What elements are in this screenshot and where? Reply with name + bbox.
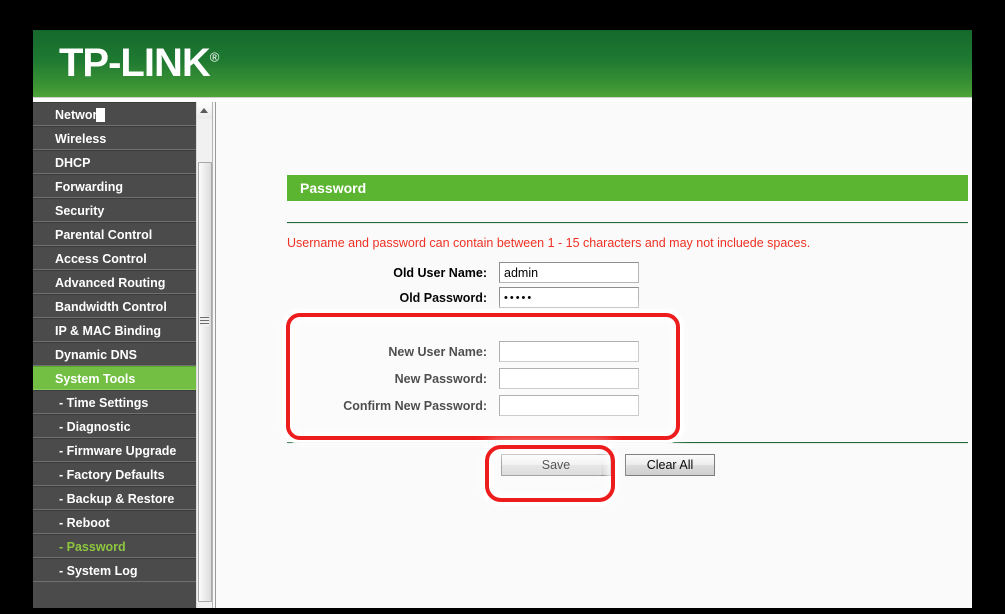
scroll-up-button[interactable] <box>197 102 212 119</box>
logo-text: TP-LINK <box>59 41 211 85</box>
scrollbar-grip-icon <box>200 317 209 326</box>
save-button[interactable]: Save <box>501 454 611 476</box>
confirm-new-password-input[interactable] <box>499 395 639 416</box>
sidebar-item-label: Network <box>55 108 105 122</box>
sidebar-item-factory-defaults[interactable]: - Factory Defaults <box>33 462 196 486</box>
sidebar-item-system-tools[interactable]: System Tools <box>33 366 196 390</box>
new-user-name-label: New User Name: <box>388 345 487 359</box>
clear-all-button[interactable]: Clear All <box>625 454 715 476</box>
sidebar-item-label: Forwarding <box>55 180 124 194</box>
sidebar-item-password[interactable]: - Password <box>33 534 196 558</box>
old-password-label: Old Password: <box>399 291 487 305</box>
new-user-name-input[interactable] <box>499 341 639 362</box>
sidebar-item-label: - Password <box>59 540 126 554</box>
confirm-new-password-row: Confirm New Password: <box>287 395 717 419</box>
sidebar-scrollbar[interactable] <box>196 102 213 608</box>
new-password-row: New Password: <box>287 368 717 392</box>
sidebar-item-diagnostic[interactable]: - Diagnostic <box>33 414 196 438</box>
sidebar-item-label: Wireless <box>55 132 107 146</box>
sidebar-item-label: - Reboot <box>59 516 110 530</box>
old-password-row: Old Password: <box>287 287 717 311</box>
new-password-input[interactable] <box>499 368 639 389</box>
sidebar-item-advanced-routing[interactable]: Advanced Routing <box>33 270 196 294</box>
sidebar-item-dhcp[interactable]: DHCP <box>33 150 196 174</box>
sidebar-item-system-log[interactable]: - System Log <box>33 558 196 582</box>
sidebar-item-label: - Firmware Upgrade <box>59 444 177 458</box>
sidebar-item-label: - Factory Defaults <box>59 468 165 482</box>
chevron-up-icon <box>200 108 208 113</box>
sidebar-item-label: Parental Control <box>55 228 153 242</box>
old-user-name-input[interactable] <box>499 262 639 283</box>
sidebar-item-label: Advanced Routing <box>55 276 166 290</box>
sidebar-item-network[interactable]: Network <box>33 102 196 126</box>
tp-link-logo: TP-LINK® <box>59 41 219 86</box>
old-user-name-row: Old User Name: <box>287 262 717 286</box>
registered-trademark-icon: ® <box>209 49 220 65</box>
sidebar-item-label: Security <box>55 204 105 218</box>
sidebar-item-label: - Diagnostic <box>59 420 131 434</box>
new-password-label: New Password: <box>394 372 487 386</box>
sidebar-item-label: - Backup & Restore <box>59 492 175 506</box>
sidebar-item-time-settings[interactable]: - Time Settings <box>33 390 196 414</box>
sidebar-item-forwarding[interactable]: Forwarding <box>33 174 196 198</box>
sidebar-item-label: - System Log <box>59 564 138 578</box>
sidebar-item-label: Access Control <box>55 252 147 266</box>
sidebar-item-label: Bandwidth Control <box>55 300 167 314</box>
brand-header: TP-LINK® <box>33 30 972 97</box>
new-user-name-row: New User Name: <box>287 341 717 365</box>
sidebar-item-wireless[interactable]: Wireless <box>33 126 196 150</box>
sidebar-item-backup-restore[interactable]: - Backup & Restore <box>33 486 196 510</box>
sidebar-item-label: IP & MAC Binding <box>55 324 162 338</box>
confirm-new-password-label: Confirm New Password: <box>343 399 487 413</box>
sidebar-item-access-control[interactable]: Access Control <box>33 246 196 270</box>
navigation-sidebar: Network Wireless DHCP Forwarding Securit… <box>33 102 196 608</box>
scrollbar-thumb[interactable] <box>198 162 212 602</box>
screenshot-frame: TP-LINK® Network Wireless DHCP Forwardin… <box>0 0 1005 614</box>
sidebar-item-firmware-upgrade[interactable]: - Firmware Upgrade <box>33 438 196 462</box>
sidebar-item-label: DHCP <box>55 156 91 170</box>
page-body: Network Wireless DHCP Forwarding Securit… <box>33 102 972 608</box>
sidebar-item-parental-control[interactable]: Parental Control <box>33 222 196 246</box>
page-title: Password <box>287 175 968 201</box>
sidebar-item-bandwidth-control[interactable]: Bandwidth Control <box>33 294 196 318</box>
old-user-name-label: Old User Name: <box>393 266 487 280</box>
sidebar-item-ip-mac-binding[interactable]: IP & MAC Binding <box>33 318 196 342</box>
sidebar-item-label: Dynamic DNS <box>55 348 137 362</box>
content-pane: Password Username and password can conta… <box>215 102 972 608</box>
sidebar-item-dynamic-dns[interactable]: Dynamic DNS <box>33 342 196 366</box>
content-divider-bottom <box>287 442 968 444</box>
sidebar-item-label: System Tools <box>55 372 136 386</box>
sidebar-item-reboot[interactable]: - Reboot <box>33 510 196 534</box>
sidebar-item-label: - Time Settings <box>59 396 149 410</box>
router-admin-page: TP-LINK® Network Wireless DHCP Forwardin… <box>33 30 972 608</box>
sidebar-item-security[interactable]: Security <box>33 198 196 222</box>
validation-hint-text: Username and password can contain betwee… <box>287 236 811 250</box>
content-divider-top <box>287 222 968 224</box>
old-password-input[interactable] <box>499 287 639 308</box>
